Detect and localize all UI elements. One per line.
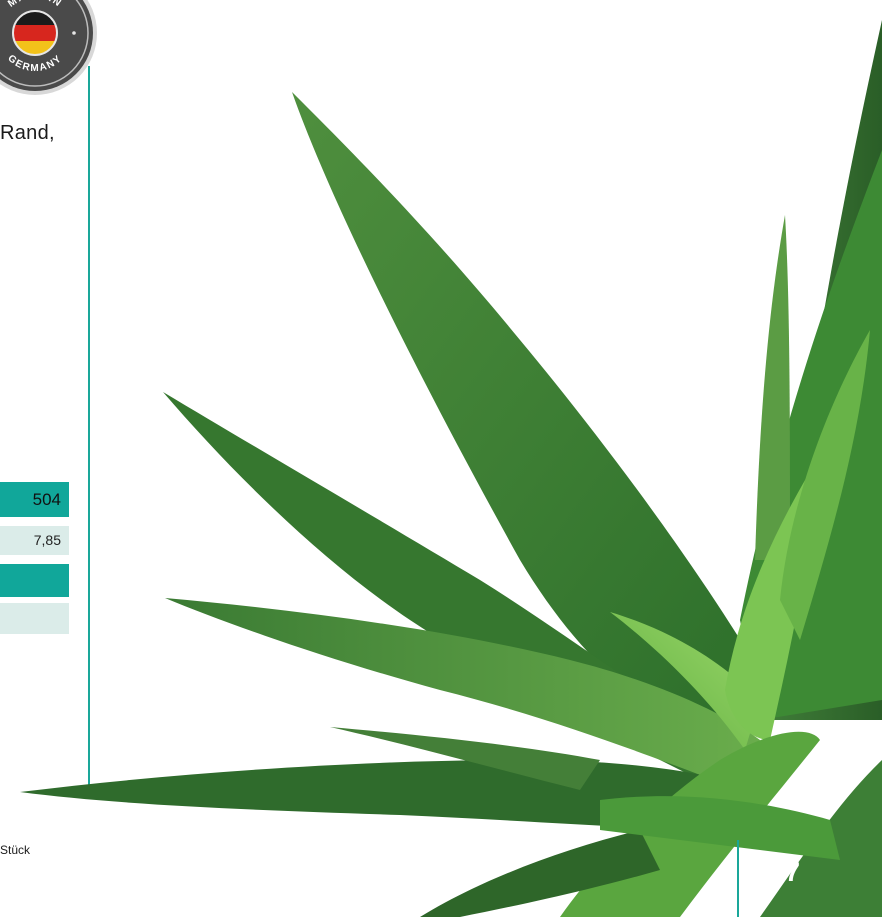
page-number: 17 — [770, 857, 801, 887]
page-number-rule — [737, 840, 739, 917]
aloe-vera-plant-image — [20, 20, 882, 917]
